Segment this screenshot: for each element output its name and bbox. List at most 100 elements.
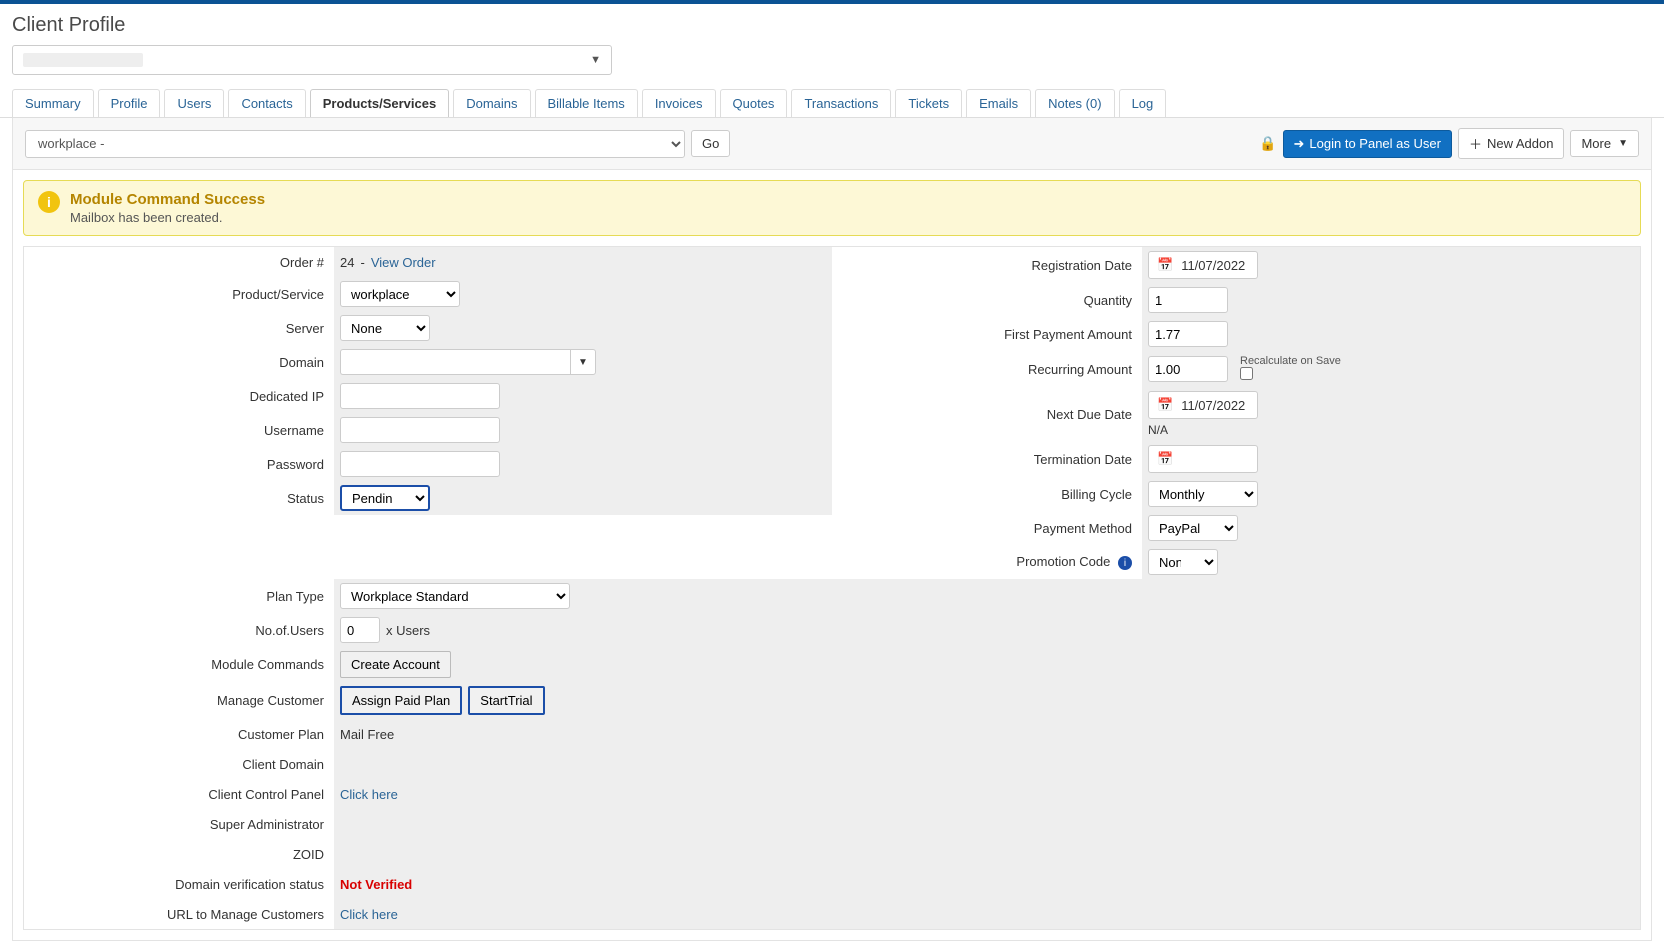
create-account-button[interactable]: Create Account — [340, 651, 451, 678]
super-admin-label: Super Administrator — [24, 811, 334, 838]
client-control-panel-link[interactable]: Click here — [340, 787, 398, 802]
first-payment-label: First Payment Amount — [832, 321, 1142, 348]
domain-verification-value: Not Verified — [340, 877, 412, 892]
login-icon: ➜ — [1294, 136, 1305, 152]
toolbar: workplace - Go 🔒 ➜ Login to Panel as Use… — [12, 118, 1652, 170]
promo-label: Promotion Code i — [832, 548, 1142, 577]
recalc-label: Recalculate on Save — [1240, 355, 1341, 367]
info-icon: i — [38, 191, 60, 213]
zoid-label: ZOID — [24, 841, 334, 868]
username-input[interactable] — [340, 417, 500, 443]
domain-input[interactable] — [340, 349, 570, 375]
termination-date-input[interactable]: 📅 — [1148, 445, 1258, 473]
caret-down-icon: ▼ — [1618, 138, 1628, 149]
domain-verification-label: Domain verification status — [24, 871, 334, 898]
view-order-link[interactable]: View Order — [371, 255, 436, 270]
first-payment-input[interactable] — [1148, 321, 1228, 347]
customer-plan-value: Mail Free — [334, 719, 1640, 749]
tab-bar: Summary Profile Users Contacts Products/… — [0, 89, 1664, 118]
tab-invoices[interactable]: Invoices — [642, 89, 716, 117]
promo-select[interactable]: None — [1148, 549, 1218, 575]
info-icon[interactable]: i — [1118, 556, 1132, 570]
quantity-input[interactable] — [1148, 287, 1228, 313]
plus-icon: ＋ — [1469, 134, 1482, 153]
recalc-checkbox[interactable] — [1240, 367, 1253, 380]
lock-icon: 🔒 — [1259, 135, 1276, 152]
alert-message: Mailbox has been created. — [70, 210, 265, 225]
caret-down-icon: ▼ — [590, 54, 601, 66]
url-manage-customers-link[interactable]: Click here — [340, 907, 398, 922]
super-admin-value-redacted — [340, 817, 460, 831]
client-domain-value-redacted — [340, 757, 395, 771]
login-to-panel-button[interactable]: ➜ Login to Panel as User — [1283, 130, 1452, 158]
payment-method-label: Payment Method — [832, 515, 1142, 542]
promo-label-text: Promotion Code — [1016, 554, 1110, 569]
order-label: Order # — [24, 249, 334, 276]
success-alert: i Module Command Success Mailbox has bee… — [23, 180, 1641, 236]
customer-plan-label: Customer Plan — [24, 721, 334, 748]
more-label: More — [1581, 136, 1611, 151]
billing-cycle-label: Billing Cycle — [832, 481, 1142, 508]
product-service-label: Product/Service — [24, 281, 334, 308]
tab-tickets[interactable]: Tickets — [895, 89, 962, 117]
client-name-redacted — [23, 53, 143, 67]
tab-contacts[interactable]: Contacts — [228, 89, 305, 117]
assign-paid-plan-button[interactable]: Assign Paid Plan — [340, 686, 462, 715]
new-addon-button[interactable]: ＋ New Addon — [1458, 128, 1565, 159]
username-label: Username — [24, 417, 334, 444]
client-domain-label: Client Domain — [24, 751, 334, 778]
tab-profile[interactable]: Profile — [98, 89, 161, 117]
plan-type-select[interactable]: Workplace Standard — [340, 583, 570, 609]
next-due-label: Next Due Date — [832, 401, 1142, 428]
payment-method-select[interactable]: PayPal — [1148, 515, 1238, 541]
domain-label: Domain — [24, 349, 334, 376]
order-number: 24 — [340, 255, 354, 270]
login-to-panel-label: Login to Panel as User — [1309, 136, 1441, 151]
dedicated-ip-label: Dedicated IP — [24, 383, 334, 410]
tab-billable-items[interactable]: Billable Items — [535, 89, 638, 117]
product-instance-select[interactable]: workplace - — [25, 130, 685, 158]
domain-dropdown-toggle[interactable]: ▼ — [570, 349, 596, 375]
module-commands-label: Module Commands — [24, 651, 334, 678]
tab-notes[interactable]: Notes (0) — [1035, 89, 1114, 117]
tab-quotes[interactable]: Quotes — [720, 89, 788, 117]
tab-summary[interactable]: Summary — [12, 89, 94, 117]
quantity-label: Quantity — [832, 287, 1142, 314]
new-addon-label: New Addon — [1487, 136, 1554, 151]
next-due-date-value: 11/07/2022 — [1181, 398, 1245, 413]
alert-title: Module Command Success — [70, 191, 265, 208]
dedicated-ip-input[interactable] — [340, 383, 500, 409]
page-title: Client Profile — [0, 4, 1664, 45]
calendar-icon: 📅 — [1157, 257, 1173, 273]
calendar-icon: 📅 — [1157, 451, 1173, 467]
tab-products-services[interactable]: Products/Services — [310, 89, 449, 117]
tab-log[interactable]: Log — [1119, 89, 1167, 117]
registration-date-input[interactable]: 📅 11/07/2022 — [1148, 251, 1258, 279]
calendar-icon: 📅 — [1157, 397, 1173, 413]
status-label: Status — [24, 485, 334, 512]
billing-cycle-select[interactable]: Monthly — [1148, 481, 1258, 507]
more-button[interactable]: More ▼ — [1570, 130, 1639, 157]
tab-transactions[interactable]: Transactions — [791, 89, 891, 117]
termination-label: Termination Date — [832, 446, 1142, 473]
password-input[interactable] — [340, 451, 500, 477]
tab-users[interactable]: Users — [164, 89, 224, 117]
tab-emails[interactable]: Emails — [966, 89, 1031, 117]
url-manage-customers-label: URL to Manage Customers — [24, 901, 334, 928]
product-service-select[interactable]: workplace — [340, 281, 460, 307]
tab-domains[interactable]: Domains — [453, 89, 530, 117]
start-trial-button[interactable]: StartTrial — [468, 686, 544, 715]
manage-customer-label: Manage Customer — [24, 687, 334, 714]
go-button[interactable]: Go — [691, 130, 730, 157]
status-select[interactable]: Pending — [340, 485, 430, 511]
no-of-users-input[interactable] — [340, 617, 380, 643]
no-of-users-suffix: x Users — [386, 623, 430, 638]
client-select[interactable]: ▼ — [12, 45, 612, 75]
registration-date-value: 11/07/2022 — [1181, 258, 1245, 273]
next-due-date-input[interactable]: 📅 11/07/2022 — [1148, 391, 1258, 419]
server-select[interactable]: None — [340, 315, 430, 341]
server-label: Server — [24, 315, 334, 342]
recurring-input[interactable] — [1148, 356, 1228, 382]
password-label: Password — [24, 451, 334, 478]
zoid-value-redacted — [340, 847, 380, 861]
